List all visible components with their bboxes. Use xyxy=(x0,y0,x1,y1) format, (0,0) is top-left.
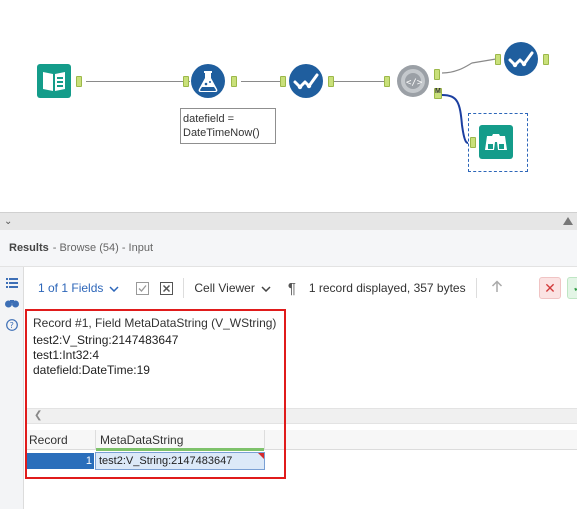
record-number-cell[interactable]: 1 xyxy=(27,453,94,469)
workflow-canvas[interactable]: datefield = DateTimeNow() </> M xyxy=(0,0,577,212)
anchor-m-label: M xyxy=(435,88,441,95)
column-header-metadatastring[interactable]: MetaDataString xyxy=(95,430,265,451)
chevron-down-icon[interactable]: ⌄ xyxy=(4,216,14,227)
column-header-label: MetaDataString xyxy=(100,433,184,447)
list-icon[interactable] xyxy=(4,275,20,291)
panel-splitter[interactable]: ⌄ xyxy=(0,212,577,230)
fields-dropdown[interactable]: 1 of 1 Fields xyxy=(38,281,119,295)
output-anchor[interactable] xyxy=(434,69,440,80)
connection-wire xyxy=(329,81,390,82)
select-tool-2[interactable] xyxy=(503,41,539,77)
output-anchor[interactable] xyxy=(76,76,82,87)
check-icon xyxy=(289,64,323,98)
results-header: Results - Browse (54) - Input xyxy=(0,230,577,267)
results-subtitle: - Browse (54) - Input xyxy=(52,242,154,254)
close-box-icon[interactable] xyxy=(159,281,173,295)
pilcrow-icon[interactable]: ¶ xyxy=(285,280,299,297)
chevron-down-icon xyxy=(261,281,271,295)
truncated-flag-icon xyxy=(258,453,264,459)
binoculars-icon[interactable] xyxy=(4,295,20,311)
formula-tool[interactable] xyxy=(190,63,226,99)
input-anchor[interactable] xyxy=(183,76,189,87)
results-title: Results xyxy=(9,242,49,254)
results-side-rail: ? xyxy=(0,267,24,509)
record-panel: Record #1, Field MetaDataString (V_WStri… xyxy=(25,309,577,509)
output-anchor-m[interactable]: M xyxy=(434,88,442,99)
toolbar-divider xyxy=(475,278,477,298)
connection-wire xyxy=(86,81,190,82)
input-anchor[interactable] xyxy=(470,137,476,148)
metadatastring-cell[interactable]: test2:V_String:2147483647 xyxy=(95,452,265,470)
chevron-down-icon xyxy=(109,281,119,295)
record-info: 1 record displayed, 357 bytes xyxy=(308,281,466,295)
viewer-label: Cell Viewer xyxy=(194,281,255,295)
fields-label: 1 of 1 Fields xyxy=(38,281,104,295)
input-anchor[interactable] xyxy=(495,54,501,65)
record-line: test1:Int32:4 xyxy=(33,348,100,362)
select-tool[interactable] xyxy=(288,63,324,99)
browse-tool[interactable] xyxy=(478,124,514,160)
help-icon[interactable]: ? xyxy=(4,317,20,333)
grid-header-row: Record MetaDataString xyxy=(25,430,577,451)
regex-tool[interactable]: </> xyxy=(394,63,432,99)
record-line: test2:V_String:2147483647 xyxy=(33,333,179,347)
regex-gear-icon: </> xyxy=(397,65,429,97)
output-anchor[interactable] xyxy=(328,76,334,87)
up-arrow-icon[interactable] xyxy=(491,280,503,296)
table-row[interactable]: 1 test2:V_String:2147483647 xyxy=(25,452,577,470)
cell-value: test2:V_String:2147483647 xyxy=(99,455,233,467)
check-icon[interactable]: ✓ xyxy=(567,277,577,299)
input-anchor[interactable] xyxy=(280,76,286,87)
record-line: datefield:DateTime:19 xyxy=(33,363,150,377)
binoculars-icon xyxy=(479,125,513,159)
output-anchor[interactable] xyxy=(231,76,237,87)
close-icon[interactable]: ✕ xyxy=(539,277,561,299)
chevron-left-icon[interactable]: ❮ xyxy=(34,410,42,421)
results-toolbar: 1 of 1 Fields Cell Viewer ¶ 1 record dis… xyxy=(25,267,577,309)
toolbar-divider xyxy=(183,278,185,298)
formula-flask-icon xyxy=(191,64,225,98)
checkbox-icon[interactable] xyxy=(135,281,149,295)
record-title: Record #1, Field MetaDataString (V_WStri… xyxy=(33,316,277,330)
column-header-record[interactable]: Record xyxy=(29,433,68,447)
viewer-dropdown[interactable]: Cell Viewer xyxy=(194,281,271,295)
output-anchor[interactable] xyxy=(543,54,549,65)
column-quality-bar xyxy=(96,448,264,451)
check-icon xyxy=(504,42,538,76)
input-anchor[interactable] xyxy=(384,76,390,87)
book-icon xyxy=(37,64,71,98)
up-arrow-icon[interactable] xyxy=(563,217,573,225)
svg-text:</>: </> xyxy=(406,78,423,88)
input-data-tool[interactable] xyxy=(36,63,72,99)
formula-annotation: datefield = DateTimeNow() xyxy=(180,108,276,144)
horizontal-scrollbar[interactable]: ❮ xyxy=(25,408,577,424)
svg-text:?: ? xyxy=(10,321,14,330)
